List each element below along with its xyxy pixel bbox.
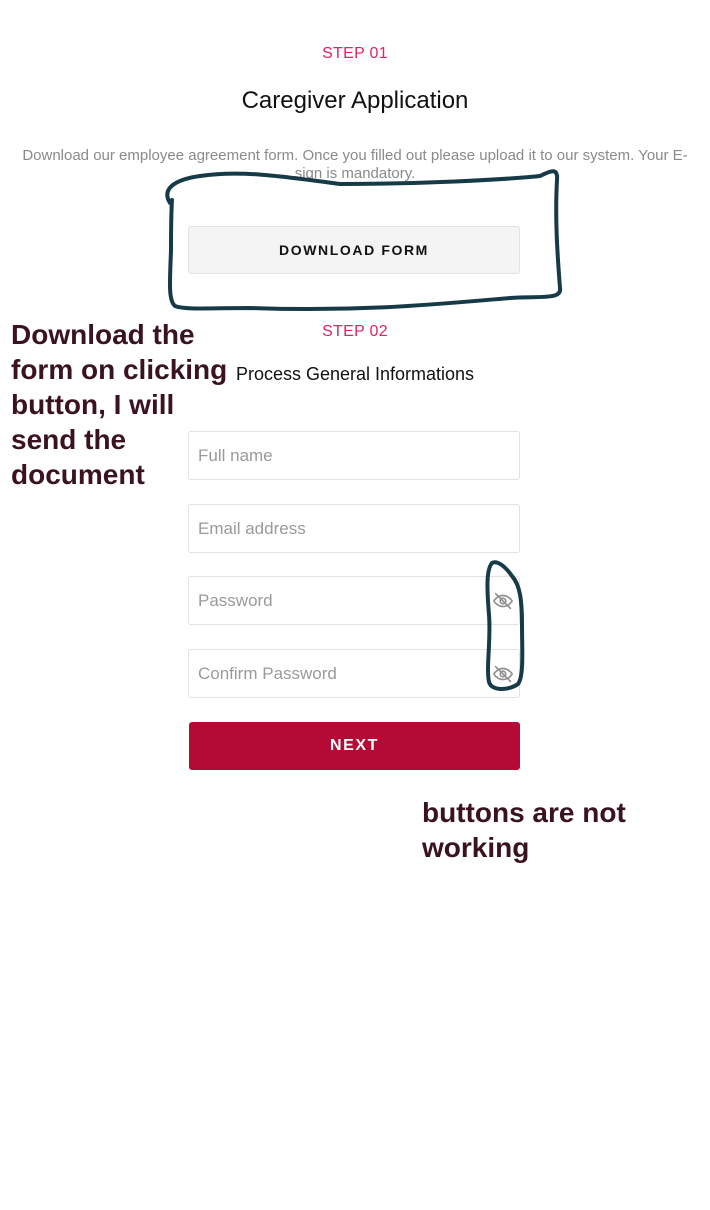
download-form-button[interactable]: DOWNLOAD FORM xyxy=(188,226,520,274)
download-annotation-note: Download the form on clicking button, I … xyxy=(11,319,228,490)
email-field[interactable] xyxy=(188,504,520,553)
password-field[interactable] xyxy=(188,576,520,625)
eye-off-icon xyxy=(493,665,513,683)
confirm-password-visibility-toggle[interactable] xyxy=(491,662,515,686)
email-input[interactable] xyxy=(189,505,519,552)
confirm-password-field[interactable] xyxy=(188,649,520,698)
buttons-annotation-note: buttons are not working xyxy=(422,797,626,863)
step1-label: STEP 01 xyxy=(322,45,388,62)
password-visibility-toggle[interactable] xyxy=(491,589,515,613)
eye-off-icon xyxy=(493,592,513,610)
next-button[interactable]: NEXT xyxy=(189,722,520,770)
password-input[interactable] xyxy=(189,577,519,624)
confirm-password-input[interactable] xyxy=(189,650,519,697)
page-title: Caregiver Application xyxy=(241,87,469,114)
agreement-description: Download our employee agreement form. On… xyxy=(22,147,688,182)
